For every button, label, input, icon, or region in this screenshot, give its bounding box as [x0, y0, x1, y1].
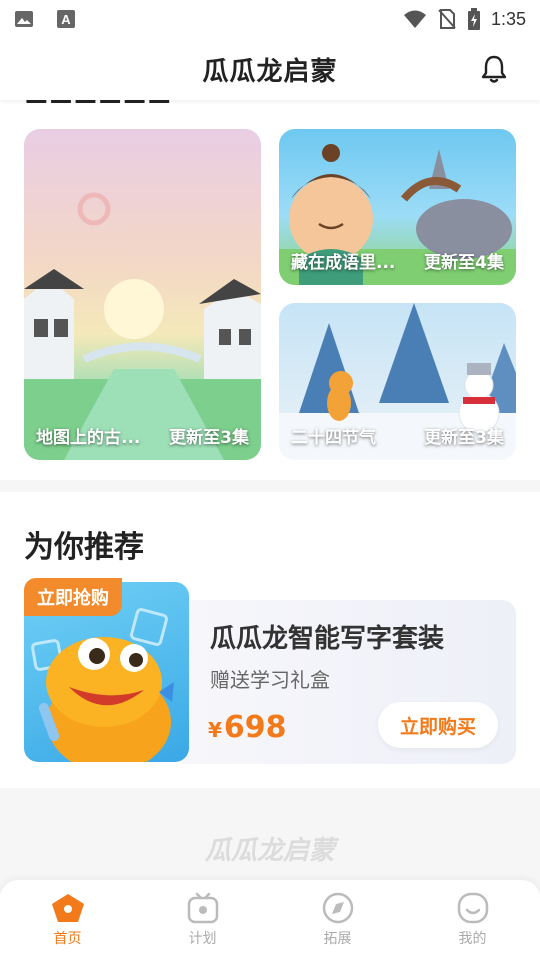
card-label: 地图上的古... 更新至3集 [36, 423, 249, 448]
tab-label: 我的 [458, 931, 487, 947]
card-title: 二十四节气 [291, 428, 376, 448]
course-card-idioms[interactable]: 藏在成语里... 更新至4集 [279, 129, 516, 285]
face-icon [457, 892, 488, 924]
card-update: 更新至3集 [424, 428, 504, 448]
tab-plan[interactable]: 计划 [135, 880, 270, 960]
no-sim-icon [438, 9, 456, 29]
tab-label: 计划 [188, 931, 217, 947]
battery-icon [467, 8, 480, 30]
tab-mine[interactable]: 我的 [405, 880, 540, 960]
status-bar: A 1:35 [0, 0, 540, 38]
product-subtitle: 赠送学习礼盒 [210, 668, 330, 692]
recommend-section: 为你推荐 立即抢购 瓜瓜龙智能写字套装 赠送学习礼盒 ¥ 698 立即购买 [0, 492, 540, 788]
tab-explore[interactable]: 拓展 [270, 880, 405, 960]
status-time: 1:35 [490, 8, 526, 29]
bell-icon[interactable] [478, 53, 510, 85]
recommend-title: 为你推荐 [24, 530, 144, 565]
card-update: 更新至3集 [169, 428, 249, 448]
home-icon [51, 894, 84, 922]
page-title: 瓜瓜龙启蒙 [202, 56, 338, 87]
wifi-icon [403, 10, 426, 28]
buy-now-button[interactable]: 立即购买 [378, 702, 498, 748]
price-value: 698 [223, 710, 287, 745]
card-update: 更新至4集 [424, 253, 504, 273]
svg-text:A: A [61, 12, 71, 27]
card-title: 藏在成语里... [291, 253, 396, 273]
tab-label: 首页 [53, 931, 82, 947]
footer-logo: 瓜瓜龙启蒙 [204, 836, 335, 866]
content-area[interactable]: ▬▬▬▬▬▬ 地图上的古... 更新至3集 [0, 100, 540, 880]
tab-home[interactable]: 首页 [0, 880, 135, 960]
card-title: 地图上的古... [36, 428, 141, 448]
gallery-icon [15, 11, 33, 27]
ancient-town-illustration [24, 192, 261, 460]
section-title-cut: ▬▬▬▬▬▬ [24, 100, 171, 112]
compass-icon [322, 892, 353, 924]
buy-now-badge: 立即抢购 [24, 578, 122, 616]
course-section: ▬▬▬▬▬▬ 地图上的古... 更新至3集 [0, 100, 540, 480]
product-price: ¥ 698 [208, 710, 287, 745]
course-card-ancient-map[interactable]: 地图上的古... 更新至3集 [24, 129, 261, 460]
bottom-nav: 首页 计划 拓展 我的 [0, 880, 540, 960]
tab-label: 拓展 [323, 931, 352, 947]
product-name: 瓜瓜龙智能写字套装 [210, 624, 445, 654]
app-header: 瓜瓜龙启蒙 [0, 38, 540, 100]
tv-icon [187, 892, 218, 924]
course-card-solar-terms[interactable]: 二十四节气 更新至3集 [279, 303, 516, 460]
card-label: 二十四节气 更新至3集 [291, 423, 504, 448]
card-label: 藏在成语里... 更新至4集 [291, 248, 504, 273]
app-a-icon: A [57, 10, 75, 28]
currency-symbol: ¥ [208, 718, 222, 742]
